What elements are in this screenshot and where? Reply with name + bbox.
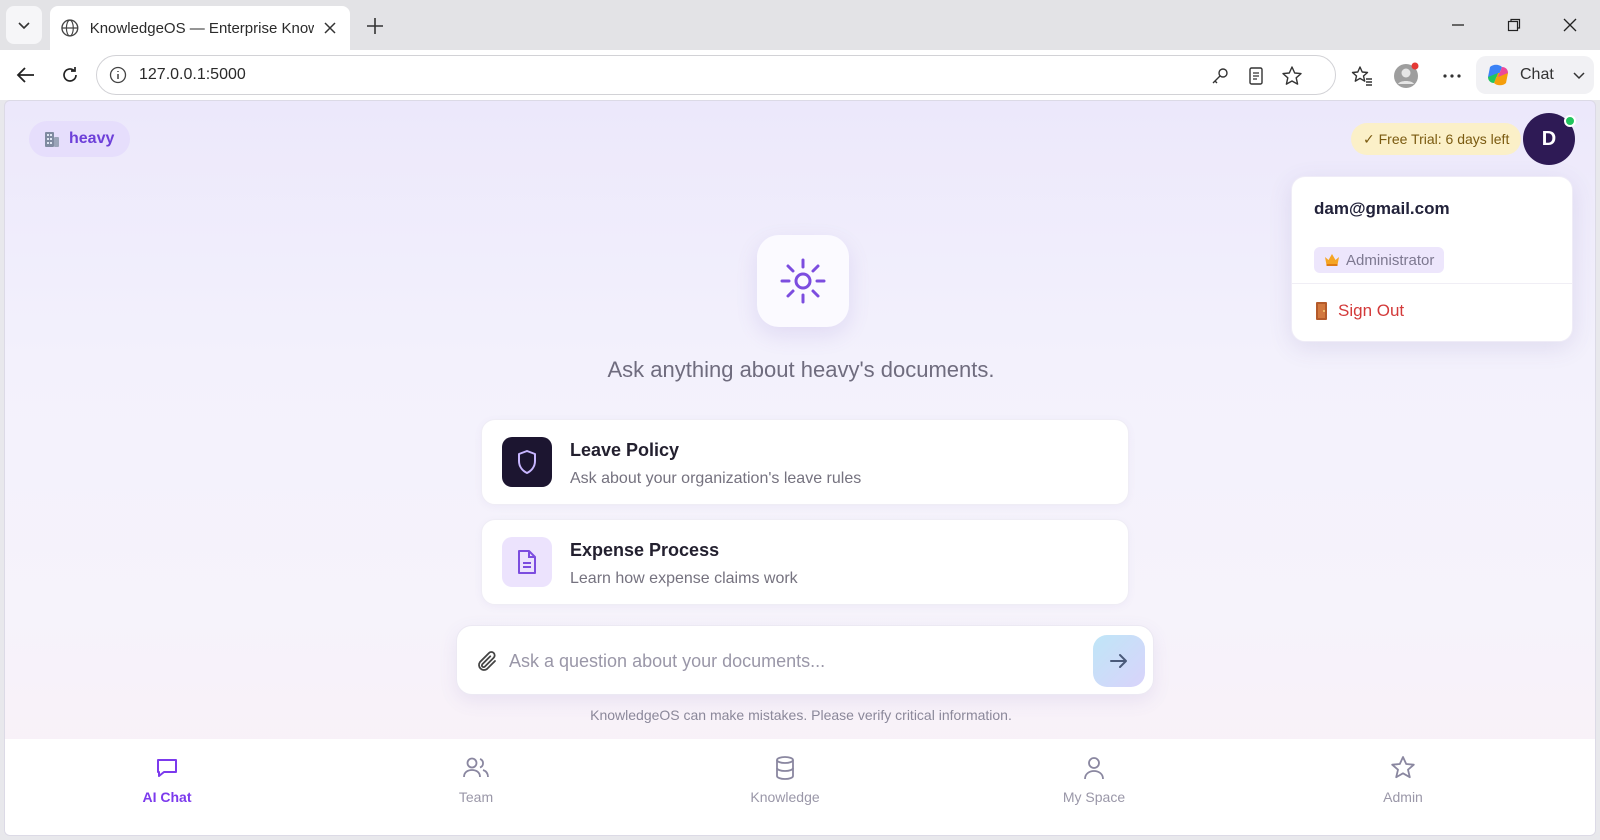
- online-status-dot: [1564, 115, 1576, 127]
- suggestion-title: Leave Policy: [570, 440, 680, 460]
- close-icon: [1563, 18, 1577, 32]
- suggestion-card-expense-process[interactable]: Expense Process Learn how expense claims…: [481, 519, 1129, 605]
- hero-sparkle-icon: [757, 235, 849, 327]
- arrow-left-icon: [16, 67, 34, 83]
- door-icon: [1316, 302, 1327, 320]
- chevron-down-icon: [18, 22, 30, 30]
- restore-button[interactable]: [1494, 10, 1534, 40]
- browser-tab-bar: KnowledgeOS — Enterprise Knowl: [0, 0, 1600, 50]
- nav-item-team[interactable]: Team: [416, 753, 536, 805]
- minimize-icon: [1452, 24, 1464, 26]
- more-options-icon[interactable]: [1438, 62, 1466, 90]
- sign-out-label: Sign Out: [1338, 301, 1405, 320]
- database-icon: [770, 753, 800, 783]
- browser-toolbar: 127.0.0.1:5000 Chat: [0, 50, 1600, 100]
- close-window-button[interactable]: [1550, 10, 1590, 40]
- back-button[interactable]: [10, 60, 42, 90]
- crown-icon: [1325, 254, 1339, 266]
- restore-icon: [1507, 18, 1521, 32]
- app-viewport: heavy ✓ Free Trial: 6 days left D dam@gm…: [4, 100, 1596, 836]
- chat-composer: [456, 625, 1154, 695]
- sign-out-button[interactable]: Sign Out: [1314, 301, 1404, 321]
- reload-icon: [63, 67, 77, 82]
- tab-title: KnowledgeOS — Enterprise Knowl: [89, 19, 315, 37]
- globe-icon: [61, 19, 79, 37]
- user-email: dam@gmail.com: [1314, 199, 1450, 218]
- disclaimer-text: KnowledgeOS can make mistakes. Please ve…: [590, 707, 1012, 723]
- close-tab-button[interactable]: [320, 18, 340, 38]
- reader-mode-icon[interactable]: [1245, 65, 1267, 87]
- favorite-star-icon[interactable]: [1281, 65, 1303, 87]
- new-tab-button[interactable]: [360, 12, 390, 40]
- nav-item-ai-chat[interactable]: AI Chat: [107, 753, 227, 805]
- nav-label: My Space: [1062, 789, 1126, 805]
- suggestion-card-leave-policy[interactable]: Leave Policy Ask about your organization…: [481, 419, 1129, 505]
- document-icon: [502, 537, 552, 587]
- nav-item-knowledge[interactable]: Knowledge: [725, 753, 845, 805]
- info-icon[interactable]: [109, 66, 127, 84]
- nav-label: Knowledge: [750, 789, 820, 805]
- user-icon: [1079, 753, 1109, 783]
- browser-tab[interactable]: KnowledgeOS — Enterprise Knowl: [50, 6, 350, 50]
- close-icon: [324, 22, 336, 34]
- role-badge: Administrator: [1314, 247, 1445, 273]
- user-menu-dropdown: dam@gmail.com Administrator Sign Out: [1291, 176, 1573, 342]
- key-icon[interactable]: [1209, 65, 1231, 87]
- nav-item-my-space[interactable]: My Space: [1034, 753, 1154, 805]
- suggestion-description: Ask about your organization's leave rule…: [570, 470, 862, 487]
- address-bar[interactable]: 127.0.0.1:5000: [96, 55, 1336, 95]
- paperclip-icon: [478, 651, 496, 671]
- question-input[interactable]: [509, 644, 1069, 678]
- suggestion-description: Learn how expense claims work: [570, 570, 798, 587]
- sun-icon: [780, 258, 826, 304]
- org-name: heavy: [69, 130, 115, 147]
- menu-divider: [1292, 283, 1572, 284]
- avatar-initial: D: [1541, 127, 1557, 150]
- favorites-icon[interactable]: [1348, 62, 1376, 90]
- chevron-down-icon: [1573, 72, 1585, 80]
- tab-list-button[interactable]: [6, 6, 42, 44]
- reload-button[interactable]: [54, 60, 86, 90]
- nav-label: Admin: [1383, 789, 1423, 805]
- building-icon: [45, 132, 59, 147]
- url-text: 127.0.0.1:5000: [139, 66, 246, 83]
- hero-prompt-text: Ask anything about heavy's documents.: [607, 357, 995, 382]
- role-label: Administrator: [1346, 251, 1435, 269]
- nav-item-admin[interactable]: Admin: [1343, 753, 1463, 805]
- attach-button[interactable]: [473, 648, 501, 676]
- nav-label: AI Chat: [142, 789, 192, 805]
- trial-badge: ✓ Free Trial: 6 days left: [1351, 123, 1522, 155]
- minimize-button[interactable]: [1438, 10, 1478, 40]
- copilot-chat-button[interactable]: Chat: [1476, 56, 1594, 94]
- chat-icon: [152, 753, 182, 783]
- nav-label: Team: [458, 789, 494, 805]
- org-chip[interactable]: heavy: [29, 121, 131, 157]
- profile-icon[interactable]: [1392, 62, 1420, 90]
- suggestion-title: Expense Process: [570, 540, 720, 560]
- plus-icon: [367, 18, 383, 34]
- arrow-right-icon: [1110, 654, 1127, 668]
- bottom-navigation: AI Chat Team Knowledge My Space Admin: [5, 739, 1595, 835]
- users-icon: [461, 753, 491, 783]
- shield-icon: [502, 437, 552, 487]
- star-icon: [1388, 753, 1418, 783]
- copilot-icon: [1488, 64, 1508, 86]
- chat-label: Chat: [1520, 66, 1554, 83]
- send-button[interactable]: [1093, 635, 1145, 687]
